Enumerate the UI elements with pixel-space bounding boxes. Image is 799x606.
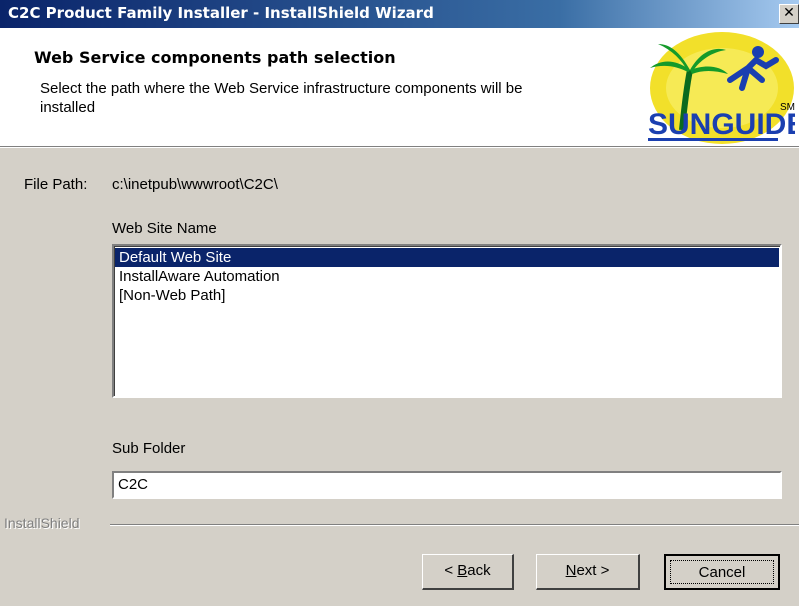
sunguide-logo: SUNGUIDE SM: [648, 32, 795, 144]
logo-text: SUNGUIDE: [648, 108, 795, 141]
installshield-branding: InstallShield: [0, 515, 799, 535]
web-site-listbox[interactable]: Default Web Site InstallAware Automation…: [112, 244, 782, 398]
back-button[interactable]: < Back: [422, 554, 514, 590]
window-title: C2C Product Family Installer - InstallSh…: [8, 4, 434, 22]
back-button-label: ack: [467, 562, 491, 579]
file-path-label: File Path:: [24, 176, 88, 193]
header-title: Web Service components path selection: [34, 48, 396, 67]
list-item-non-web-path[interactable]: [Non-Web Path]: [115, 286, 779, 305]
list-item-installaware-automation[interactable]: InstallAware Automation: [115, 267, 779, 286]
sub-folder-label: Sub Folder: [112, 440, 186, 457]
back-button-accel: B: [457, 562, 468, 579]
file-path-value: c:\inetpub\wwwroot\C2C\: [112, 176, 278, 193]
header-subtitle: Select the path where the Web Service in…: [40, 80, 523, 116]
close-button[interactable]: ✕: [779, 4, 799, 24]
branding-text: InstallShield: [4, 515, 84, 531]
list-item-default-web-site[interactable]: Default Web Site: [115, 248, 779, 267]
title-bar[interactable]: C2C Product Family Installer - InstallSh…: [0, 0, 799, 28]
cancel-button-label: Cancel: [670, 560, 774, 584]
back-button-prefix: <: [444, 562, 458, 579]
cancel-button[interactable]: Cancel: [664, 554, 780, 590]
next-button[interactable]: Next >: [536, 554, 640, 590]
sub-folder-input[interactable]: C2C: [112, 471, 782, 499]
wizard-header: Web Service components path selection Se…: [0, 28, 799, 147]
branding-divider: [110, 524, 799, 526]
logo-mark: SM: [780, 102, 795, 113]
web-site-name-label: Web Site Name: [112, 220, 217, 237]
next-button-label: ext >: [576, 562, 610, 579]
close-icon: ✕: [783, 5, 795, 21]
next-button-accel: N: [565, 562, 577, 579]
